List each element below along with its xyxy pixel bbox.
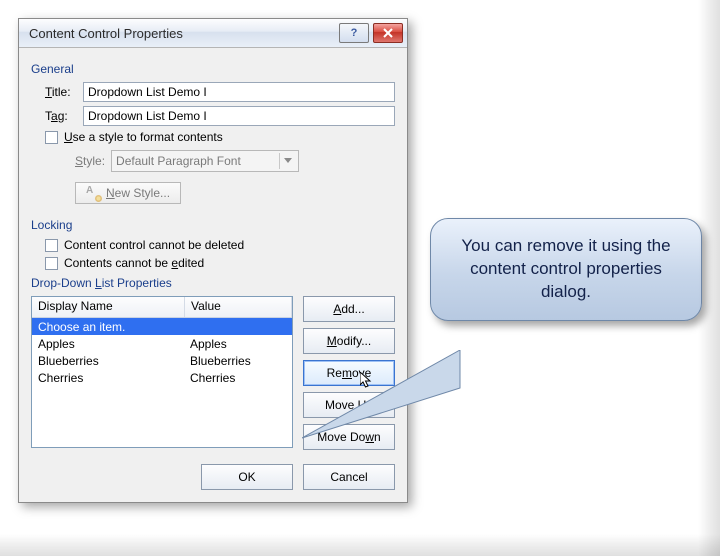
new-style-button: New Style...	[75, 182, 181, 204]
torn-edge-right	[698, 0, 720, 556]
dialog-footer: OK Cancel	[31, 464, 395, 490]
add-button[interactable]: Add...	[303, 296, 395, 322]
cannot-delete-row: Content control cannot be deleted	[45, 238, 395, 252]
close-icon	[383, 28, 393, 38]
locking-group-label: Locking	[31, 218, 395, 232]
tag-label: Tag:	[45, 109, 83, 123]
list-item[interactable]: BlueberriesBlueberries	[32, 352, 292, 369]
move-down-button[interactable]: Move Down	[303, 424, 395, 450]
tag-input[interactable]	[83, 106, 395, 126]
list-item[interactable]: ApplesApples	[32, 335, 292, 352]
use-style-label: Use a style to format contents	[64, 130, 223, 144]
dialog-body: General Title: Tag: Use a style to forma…	[19, 48, 407, 502]
move-up-button[interactable]: Move Up	[303, 392, 395, 418]
cannot-edit-checkbox[interactable]	[45, 257, 58, 270]
callout-text: You can remove it using the content cont…	[461, 236, 670, 301]
dropdown-list-box[interactable]: Display Name Value Choose an item.Apples…	[31, 296, 293, 448]
list-item-display: Blueberries	[32, 354, 184, 368]
col-display-name[interactable]: Display Name	[32, 297, 185, 317]
modify-button[interactable]: Modify...	[303, 328, 395, 354]
title-label: Title:	[45, 85, 83, 99]
style-combo: Default Paragraph Font	[111, 150, 299, 172]
list-side-buttons: Add... Modify... Remove Move Up Move Dow…	[303, 296, 395, 450]
list-item-value: Blueberries	[184, 354, 292, 368]
col-value[interactable]: Value	[185, 297, 292, 317]
titlebar[interactable]: Content Control Properties ?	[19, 19, 407, 48]
new-style-label: New Style...	[106, 186, 170, 200]
style-combo-value: Default Paragraph Font	[116, 154, 241, 168]
cannot-edit-row: Contents cannot be edited	[45, 256, 395, 270]
list-header: Display Name Value	[32, 297, 292, 318]
list-item-display: Cherries	[32, 371, 184, 385]
dropdown-list-area: Display Name Value Choose an item.Apples…	[31, 296, 395, 450]
list-item-value: Cherries	[184, 371, 292, 385]
title-input[interactable]	[83, 82, 395, 102]
chevron-down-icon	[279, 153, 296, 169]
style-label: Style:	[75, 154, 105, 168]
list-item-display: Choose an item.	[32, 320, 184, 334]
ok-button[interactable]: OK	[201, 464, 293, 490]
help-button[interactable]: ?	[339, 23, 369, 43]
close-button[interactable]	[373, 23, 403, 43]
cannot-delete-checkbox[interactable]	[45, 239, 58, 252]
list-rows: Choose an item.ApplesApplesBlueberriesBl…	[32, 318, 292, 386]
cannot-delete-label: Content control cannot be deleted	[64, 238, 244, 252]
list-item-display: Apples	[32, 337, 184, 351]
use-style-checkbox[interactable]	[45, 131, 58, 144]
list-item[interactable]: CherriesCherries	[32, 369, 292, 386]
use-style-row: Use a style to format contents	[45, 130, 395, 144]
cancel-button[interactable]: Cancel	[303, 464, 395, 490]
list-item[interactable]: Choose an item.	[32, 318, 292, 335]
general-group-label: General	[31, 62, 395, 76]
cannot-edit-label: Contents cannot be edited	[64, 256, 204, 270]
dialog-title: Content Control Properties	[29, 26, 335, 41]
callout: You can remove it using the content cont…	[430, 218, 702, 321]
content-control-properties-dialog: Content Control Properties ? General Tit…	[18, 18, 408, 503]
dropdown-list-group-label: Drop-Down List Properties	[31, 276, 395, 290]
title-row: Title:	[45, 82, 395, 102]
list-item-value: Apples	[184, 337, 292, 351]
new-style-icon	[86, 186, 100, 200]
tag-row: Tag:	[45, 106, 395, 126]
torn-edge-bottom	[0, 534, 720, 556]
style-row: Style: Default Paragraph Font	[75, 150, 395, 172]
remove-button[interactable]: Remove	[303, 360, 395, 386]
